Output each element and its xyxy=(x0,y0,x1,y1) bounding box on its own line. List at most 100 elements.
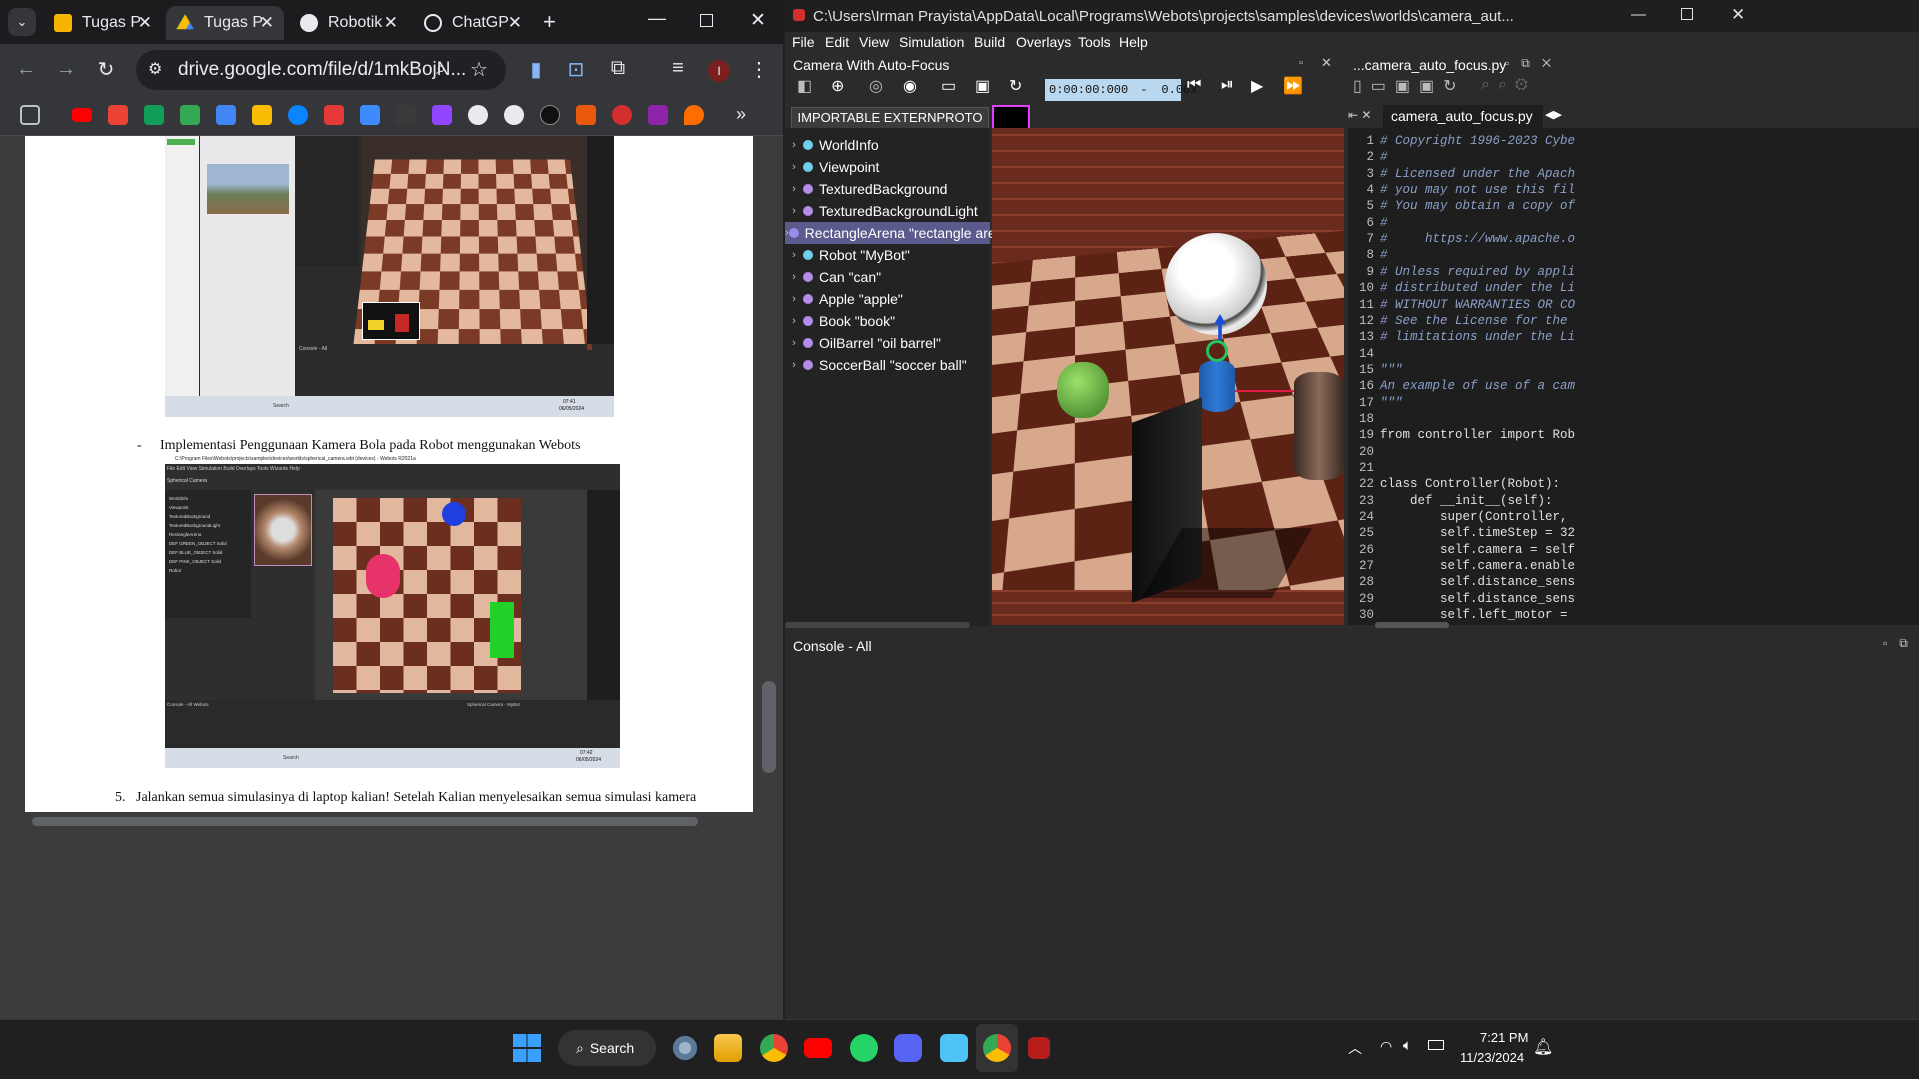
scene-tree-scrollbar[interactable] xyxy=(785,622,970,628)
site-info-icon[interactable]: ⚙ xyxy=(148,59,162,79)
close-panel-icon[interactable]: ✕ xyxy=(1321,55,1332,71)
code-line[interactable]: An example of use of a cam xyxy=(1380,379,1575,393)
tag-bookmark-icon[interactable] xyxy=(360,105,380,125)
twitch-icon[interactable] xyxy=(432,105,452,125)
editor-toolbar-icons[interactable]: ▯▭▣▣↻ xyxy=(1353,76,1466,102)
scene-node[interactable]: › Apple "apple" xyxy=(785,288,990,310)
menu-view[interactable]: View xyxy=(859,34,889,50)
vertical-scrollbar[interactable] xyxy=(762,681,776,773)
horizontal-scrollbar[interactable] xyxy=(32,817,698,826)
editor-tab-arrow[interactable]: ⇤ ✕ xyxy=(1348,108,1371,122)
code-line[interactable]: # Copyright 1996-2023 Cybe xyxy=(1380,134,1575,148)
file-explorer-icon[interactable] xyxy=(714,1034,742,1062)
fire-bookmark-icon[interactable] xyxy=(684,105,704,125)
find-icons[interactable]: ⌕⌕⚙ xyxy=(1481,76,1536,102)
wifi-icon[interactable]: ◠ xyxy=(1380,1038,1392,1055)
step-icon[interactable]: ⏯ xyxy=(1221,76,1234,102)
view-eye-icon[interactable]: ◉ xyxy=(903,76,917,102)
tab-tugas-2[interactable]: Tugas P ✕ xyxy=(166,6,284,40)
reload-icon[interactable]: ↻ xyxy=(92,57,120,82)
arc-bookmark-icon[interactable] xyxy=(612,105,632,125)
reset-view-icon[interactable]: ◎ xyxy=(869,76,883,102)
code-line[interactable]: """ xyxy=(1380,363,1403,377)
code-line[interactable]: """ xyxy=(1380,396,1403,410)
zoom-search-icon[interactable]: ⌕ xyxy=(436,58,446,79)
onedrive-icon[interactable] xyxy=(288,105,308,125)
menu-edit[interactable]: Edit xyxy=(825,34,849,50)
scene-node[interactable]: › Viewpoint xyxy=(785,156,990,178)
code-line[interactable]: self.distance_sens xyxy=(1380,575,1575,589)
fast-forward-icon[interactable]: ⏩ xyxy=(1283,76,1303,102)
code-line[interactable]: # xyxy=(1380,150,1388,164)
code-line[interactable]: class Controller(Robot): xyxy=(1380,477,1560,491)
address-bar[interactable]: ⚙ drive.google.com/file/d/1mkBojN... ⌕ ☆ xyxy=(136,50,506,90)
code-line[interactable]: self.left_motor = xyxy=(1380,608,1575,622)
menu-file[interactable]: File xyxy=(792,34,815,50)
editor-scrollbar[interactable] xyxy=(1375,622,1449,628)
maximize-button[interactable] xyxy=(700,14,713,27)
more-bookmarks-icon[interactable]: » xyxy=(736,104,746,125)
bookmark-star-icon[interactable]: ☆ xyxy=(470,57,488,82)
phone-link-icon[interactable] xyxy=(940,1034,968,1062)
add-node-icon[interactable]: ⊕ xyxy=(831,76,844,102)
code-line[interactable]: # you may not use this fil xyxy=(1380,183,1575,197)
taskbar-search[interactable]: ⌕ Search xyxy=(558,1030,656,1066)
code-line[interactable]: self.distance_sens xyxy=(1380,592,1575,606)
menu-simulation[interactable]: Simulation xyxy=(899,34,964,50)
scene-node[interactable]: › SoccerBall "soccer ball" xyxy=(785,354,990,376)
open-world-icon[interactable]: ▭ xyxy=(941,76,956,102)
scene-node[interactable]: › Book "book" xyxy=(785,310,990,332)
menu-tools[interactable]: Tools xyxy=(1078,34,1111,50)
code-line[interactable]: # Licensed under the Apach xyxy=(1380,167,1575,181)
clock-date[interactable]: 11/23/2024 xyxy=(1460,1050,1524,1065)
battery-icon[interactable] xyxy=(1428,1040,1444,1050)
apps-grid-icon[interactable] xyxy=(20,105,40,125)
menu-help[interactable]: Help xyxy=(1119,34,1148,50)
b-bookmark-icon[interactable] xyxy=(396,105,416,125)
expand-arrow-icon[interactable]: › xyxy=(785,315,803,327)
menu-overlays[interactable]: Overlays xyxy=(1016,34,1071,50)
code-line[interactable]: self.camera.enable xyxy=(1380,559,1575,573)
close-window-button[interactable]: ✕ xyxy=(1731,5,1745,25)
scene-node[interactable]: › TexturedBackgroundLight xyxy=(785,200,990,222)
gmail-icon[interactable] xyxy=(108,105,128,125)
reset-simulation-icon[interactable]: ⏮ xyxy=(1187,76,1201,102)
scene-tree-toggle-icon[interactable]: ◧ xyxy=(797,76,812,102)
scene-node[interactable]: › TexturedBackground xyxy=(785,178,990,200)
extensions-icon[interactable]: ⧉ xyxy=(604,57,632,80)
scene-node[interactable]: › WorldInfo xyxy=(785,134,990,156)
drive-bookmark-icon[interactable] xyxy=(144,105,164,125)
menu-build[interactable]: Build xyxy=(974,34,1005,50)
whatsapp-icon[interactable] xyxy=(850,1034,878,1062)
console-panel-buttons[interactable]: ▫⧉✕ xyxy=(1883,636,1919,651)
webots-app-icon[interactable] xyxy=(1028,1037,1050,1059)
close-icon[interactable]: ✕ xyxy=(384,13,398,33)
screenshot-icon[interactable]: ⊡ xyxy=(562,57,590,82)
importable-externproto-button[interactable]: IMPORTABLE EXTERNPROTO xyxy=(791,107,989,129)
expand-arrow-icon[interactable]: › xyxy=(785,337,803,349)
expand-arrow-icon[interactable]: › xyxy=(785,183,803,195)
code-line[interactable]: # limitations under the Li xyxy=(1380,330,1575,344)
youtube-icon[interactable] xyxy=(72,108,92,122)
youtube-app-icon[interactable] xyxy=(804,1038,832,1058)
3d-view[interactable] xyxy=(992,128,1344,625)
scene-node[interactable]: › OilBarrel "oil barrel" xyxy=(785,332,990,354)
code-line[interactable]: # WITHOUT WARRANTIES OR CO xyxy=(1380,298,1575,312)
code-line[interactable]: self.camera = self xyxy=(1380,543,1575,557)
code-editor[interactable]: 1 # Copyright 1996-2023 Cybe 2 #3 # Licensed… xyxy=(1348,128,1919,625)
expand-arrow-icon[interactable]: › xyxy=(785,359,803,371)
tab-robotik[interactable]: Robotik ✕ xyxy=(290,6,408,40)
scene-node[interactable]: › Robot "MyBot" xyxy=(785,244,990,266)
code-line[interactable]: # https://www.apache.o xyxy=(1380,232,1575,246)
expand-arrow-icon[interactable]: › xyxy=(785,139,803,151)
expand-arrow-icon[interactable]: › xyxy=(785,205,803,217)
media-bookmark-icon[interactable] xyxy=(648,105,668,125)
code-line[interactable]: self.timeStep = 32 xyxy=(1380,526,1575,540)
tab-search-button[interactable]: ⌄ xyxy=(8,8,36,36)
tab-scroll-arrows[interactable]: ◀▶ xyxy=(1545,108,1562,121)
reload-world-icon[interactable]: ↻ xyxy=(1009,76,1022,102)
code-line[interactable]: # Unless required by appli xyxy=(1380,265,1575,279)
code-line[interactable]: # distributed under the Li xyxy=(1380,281,1575,295)
chatgpt-bookmark-icon[interactable] xyxy=(468,105,488,125)
code-line[interactable]: # See the License for the xyxy=(1380,314,1575,328)
